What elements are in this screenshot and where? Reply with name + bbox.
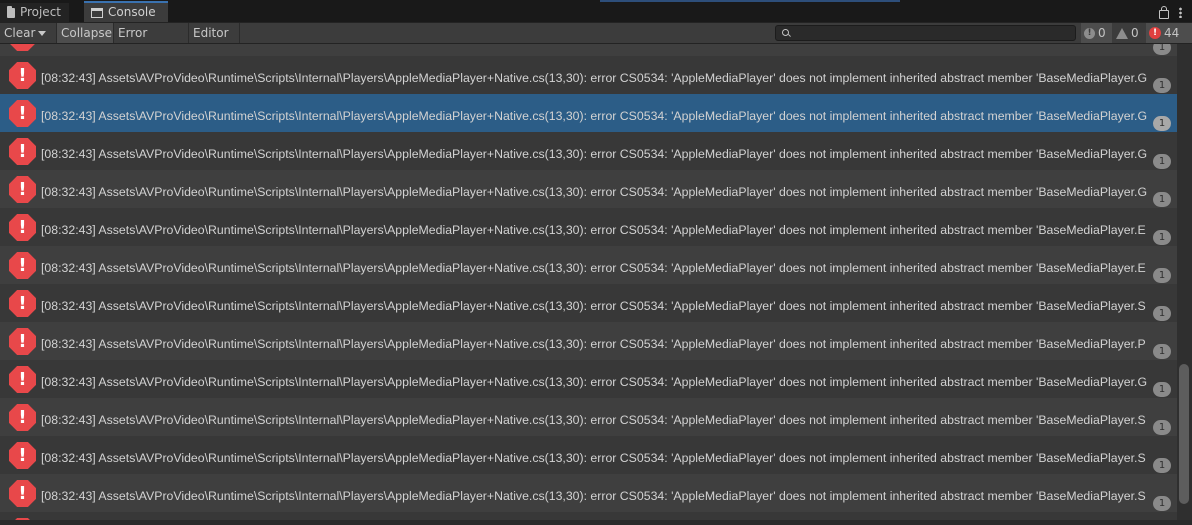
- error-count-toggle[interactable]: ! 44: [1146, 23, 1192, 43]
- search-field[interactable]: [775, 25, 1076, 42]
- log-count-badge: 1: [1153, 78, 1171, 93]
- clear-button-label: Clear: [4, 26, 36, 40]
- error-octagon-icon: !: [9, 214, 36, 241]
- log-count-badge: 1: [1153, 458, 1171, 473]
- console-icon: [91, 7, 103, 18]
- error-octagon-icon: !: [9, 480, 36, 507]
- log-entry-row[interactable]: !1: [0, 44, 1177, 56]
- log-entry-row[interactable]: ![08:32:43] Assets\AVProVideo\Runtime\Sc…: [0, 512, 1177, 520]
- tab-bar-accent-line: [600, 0, 900, 2]
- error-octagon-icon: !: [9, 442, 36, 469]
- error-octagon-icon: !: [9, 138, 36, 165]
- log-message-text: [08:32:43] Assets\AVProVideo\Runtime\Scr…: [41, 413, 1146, 427]
- log-entry-row[interactable]: ! [08:32:43] Assets\AVProVideo\Runtime\Sc…: [0, 436, 1177, 474]
- log-entry-row[interactable]: ! [08:32:43] Assets\AVProVideo\Runtime\Sc…: [0, 398, 1177, 436]
- log-entry-row[interactable]: ! [08:32:43] Assets\AVProVideo\Runtime\Sc…: [0, 284, 1177, 322]
- window-controls: [1159, 3, 1182, 22]
- window-tab-bar: Project Console: [0, 0, 1192, 23]
- log-entry-row[interactable]: ! [08:32:43] Assets\AVProVideo\Runtime\Sc…: [0, 474, 1177, 512]
- log-count-badge: 1: [1153, 306, 1171, 321]
- kebab-menu-icon[interactable]: [1179, 7, 1182, 18]
- folder-icon: [7, 5, 15, 18]
- log-entry-row[interactable]: ! [08:32:43] Assets\AVProVideo\Runtime\Sc…: [0, 170, 1177, 208]
- log-message-text: [08:32:43] Assets\AVProVideo\Runtime\Scr…: [41, 147, 1147, 161]
- editor-label: Editor: [193, 26, 229, 40]
- log-message-text: [08:32:43] Assets\AVProVideo\Runtime\Scr…: [41, 489, 1146, 503]
- error-count: 44: [1164, 26, 1180, 40]
- error-octagon-icon: !: [9, 252, 36, 279]
- log-entry-row[interactable]: ! [08:32:43] Assets\AVProVideo\Runtime\Sc…: [0, 94, 1177, 132]
- error-octagon-icon: !: [9, 328, 36, 355]
- tab-console-label: Console: [108, 5, 156, 19]
- warning-icon: [1116, 27, 1128, 39]
- warning-count-toggle[interactable]: 0: [1113, 23, 1144, 43]
- log-count-badge: 1: [1153, 268, 1171, 283]
- search-icon: [782, 29, 789, 36]
- collapse-toggle[interactable]: Collapse: [57, 23, 114, 43]
- collapse-label: Collapse: [61, 26, 112, 40]
- info-count: 0: [1098, 26, 1106, 40]
- error-octagon-icon: !: [9, 44, 36, 51]
- search-input[interactable]: [794, 26, 1068, 42]
- log-entry-row[interactable]: ! [08:32:43] Assets\AVProVideo\Runtime\Sc…: [0, 56, 1177, 94]
- error-octagon-icon: !: [9, 404, 36, 431]
- log-message-text: [08:32:43] Assets\AVProVideo\Runtime\Scr…: [41, 299, 1146, 313]
- error-pause-toggle[interactable]: Error Pause: [114, 23, 189, 60]
- editor-dropdown[interactable]: Editor: [189, 23, 240, 56]
- log-entry-row[interactable]: ! [08:32:43] Assets\AVProVideo\Runtime\Sc…: [0, 322, 1177, 360]
- log-count-badge: 1: [1153, 116, 1171, 131]
- log-count-badge: 1: [1153, 230, 1171, 245]
- log-message-text: [08:32:43] Assets\AVProVideo\Runtime\Scr…: [41, 337, 1146, 351]
- error-octagon-icon: !: [9, 100, 36, 127]
- log-count-badge: 1: [1153, 496, 1171, 511]
- log-message-text: [08:32:43] Assets\AVProVideo\Runtime\Scr…: [41, 261, 1146, 275]
- log-entry-row[interactable]: ! [08:32:43] Assets\AVProVideo\Runtime\Sc…: [0, 208, 1177, 246]
- log-message-text: [08:32:43] Assets\AVProVideo\Runtime\Scr…: [41, 375, 1147, 389]
- scrollbar-thumb[interactable]: [1179, 364, 1189, 504]
- log-message-text: [08:32:43] Assets\AVProVideo\Runtime\Scr…: [41, 185, 1147, 199]
- log-message-text: [08:32:43] Assets\AVProVideo\Runtime\Scr…: [41, 109, 1147, 123]
- console-toolbar: Clear Collapse Error Pause Editor ! 0 0 …: [0, 23, 1192, 60]
- log-message-text: [08:32:43] Assets\AVProVideo\Runtime\Scr…: [41, 223, 1146, 237]
- error-octagon-icon: !: [9, 290, 36, 317]
- clear-button[interactable]: Clear: [0, 23, 57, 43]
- error-octagon-icon: !: [9, 176, 36, 203]
- vertical-scrollbar[interactable]: [1177, 44, 1192, 520]
- log-count-badge: 1: [1153, 420, 1171, 435]
- log-count-badge: 1: [1153, 154, 1171, 169]
- log-count-badge: 1: [1153, 382, 1171, 397]
- log-entry-row[interactable]: ! [08:32:43] Assets\AVProVideo\Runtime\Sc…: [0, 132, 1177, 170]
- log-count-badge: 1: [1153, 344, 1171, 359]
- log-entry-row[interactable]: ! [08:32:43] Assets\AVProVideo\Runtime\Sc…: [0, 360, 1177, 398]
- error-octagon-icon: !: [9, 62, 36, 89]
- panel-bottom-edge: [0, 520, 1192, 525]
- console-log-list[interactable]: !1![08:32:43] Assets\AVProVideo\Runtime\…: [0, 44, 1177, 520]
- log-count-badge: 1: [1153, 44, 1171, 55]
- tab-project[interactable]: Project: [0, 3, 69, 22]
- info-count-toggle[interactable]: ! 0: [1081, 23, 1112, 43]
- chevron-down-icon[interactable]: [38, 31, 47, 36]
- log-entry-row[interactable]: ! [08:32:43] Assets\AVProVideo\Runtime\Sc…: [0, 246, 1177, 284]
- info-icon: !: [1084, 27, 1095, 39]
- tab-console[interactable]: Console: [84, 1, 168, 22]
- error-octagon-icon: !: [9, 366, 36, 393]
- log-message-text: [08:32:43] Assets\AVProVideo\Runtime\Scr…: [41, 451, 1146, 465]
- tab-project-label: Project: [19, 5, 61, 19]
- warning-count: 0: [1131, 26, 1139, 40]
- log-message-text: [08:32:43] Assets\AVProVideo\Runtime\Scr…: [41, 71, 1147, 85]
- lock-icon[interactable]: [1159, 6, 1169, 19]
- error-icon: !: [1149, 27, 1161, 39]
- log-count-badge: 1: [1153, 192, 1171, 207]
